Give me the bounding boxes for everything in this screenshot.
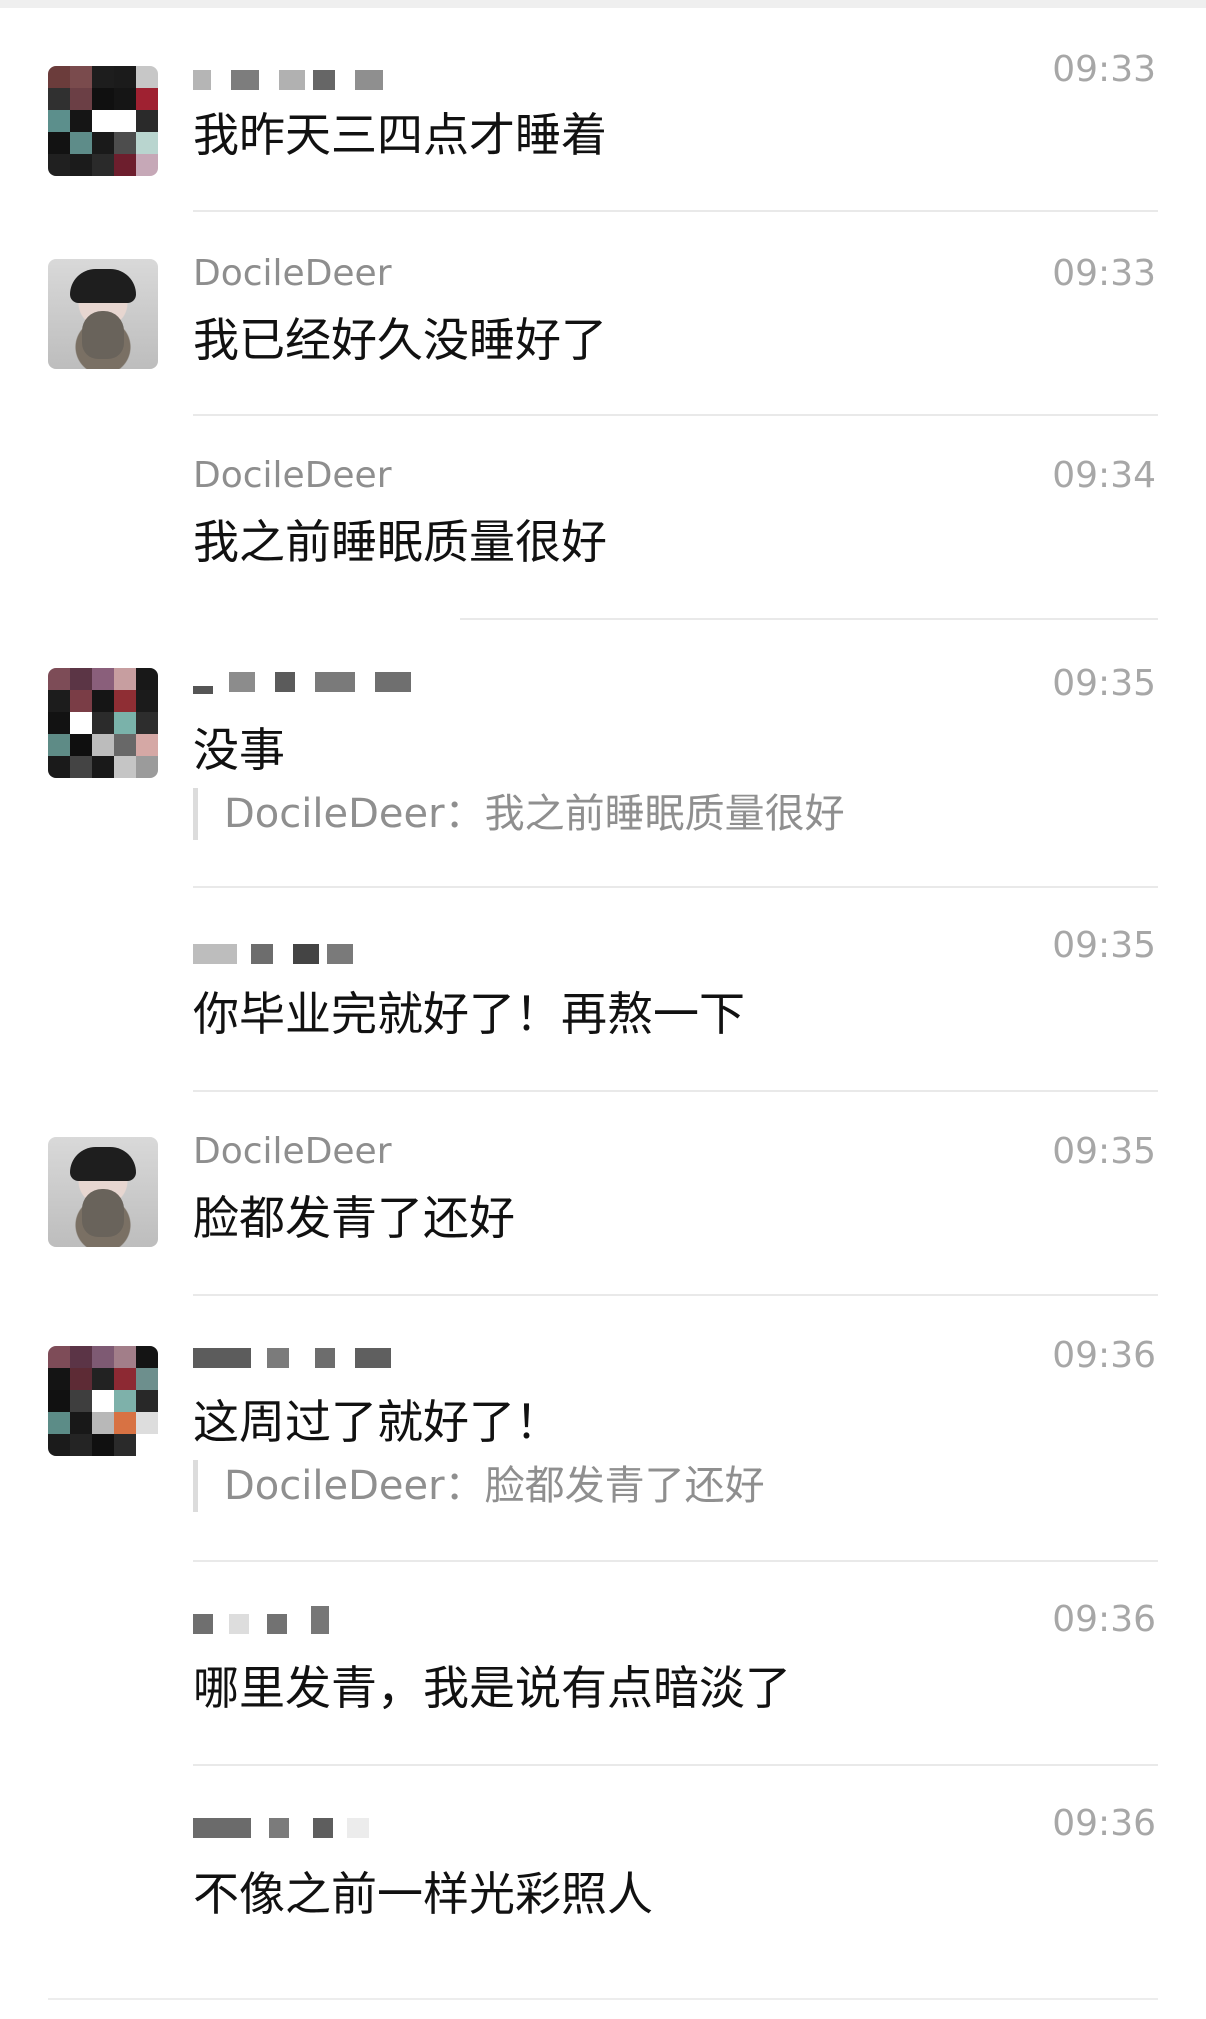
divider: [48, 1998, 1158, 2000]
message-text: 我已经好久没睡好了: [193, 313, 607, 367]
sender-name: [193, 1810, 369, 1840]
avatar[interactable]: [48, 66, 158, 176]
chat-message[interactable]: DocileDeer 09:35 脸都发青了还好: [0, 1092, 1206, 1296]
chat-message[interactable]: DocileDeer 09:33 我已经好久没睡好了: [0, 212, 1206, 416]
avatar[interactable]: [48, 1137, 158, 1247]
message-text: 没事: [193, 723, 285, 777]
avatar[interactable]: [48, 1346, 158, 1456]
sender-name: DocileDeer: [193, 1131, 392, 1172]
avatar[interactable]: [48, 259, 158, 369]
pixelated-avatar-icon: [48, 668, 158, 778]
sender-name: [193, 62, 383, 92]
chat-message[interactable]: 09:36 哪里发青，我是说有点暗淡了: [0, 1562, 1206, 1766]
pixelated-avatar-icon: [48, 1346, 158, 1456]
chat-message[interactable]: 09:36 不像之前一样光彩照人: [0, 1766, 1206, 2019]
profile-photo-icon: [48, 1137, 158, 1247]
message-text: 这周过了就好了！: [193, 1395, 561, 1449]
message-time: 09:35: [1052, 925, 1156, 966]
chat-message[interactable]: 09:33 我昨天三四点才睡着: [0, 0, 1206, 212]
message-text: 脸都发青了还好: [193, 1191, 515, 1245]
message-time: 09:34: [1052, 455, 1156, 496]
message-time: 09:35: [1052, 1131, 1156, 1172]
pixelated-avatar-icon: [48, 66, 158, 176]
sender-name: [193, 1340, 391, 1370]
sender-name: [193, 1606, 329, 1636]
sender-name: [193, 936, 353, 966]
message-time: 09:33: [1052, 49, 1156, 90]
chat-message[interactable]: 09:36 这周过了就好了！ DocileDeer：脸都发青了还好: [0, 1296, 1206, 1562]
chat-message[interactable]: 09:35 你毕业完就好了！再熬一下: [0, 888, 1206, 1092]
message-time: 09:33: [1052, 253, 1156, 294]
quoted-message[interactable]: DocileDeer：我之前睡眠质量很好: [193, 788, 845, 840]
message-text: 你毕业完就好了！再熬一下: [193, 987, 745, 1041]
message-text: 我之前睡眠质量很好: [193, 515, 607, 569]
profile-photo-icon: [48, 259, 158, 369]
avatar[interactable]: [48, 668, 158, 778]
message-time: 09:35: [1052, 663, 1156, 704]
sender-name: DocileDeer: [193, 253, 392, 294]
message-text: 我昨天三四点才睡着: [193, 108, 607, 162]
message-time: 09:36: [1052, 1335, 1156, 1376]
message-text: 不像之前一样光彩照人: [193, 1867, 653, 1921]
quoted-message[interactable]: DocileDeer：脸都发青了还好: [193, 1460, 765, 1512]
message-time: 09:36: [1052, 1599, 1156, 1640]
chat-message[interactable]: 09:35 没事 DocileDeer：我之前睡眠质量很好: [0, 620, 1206, 888]
message-text: 哪里发青，我是说有点暗淡了: [193, 1661, 791, 1715]
sender-name: DocileDeer: [193, 455, 392, 496]
sender-name: [193, 664, 411, 694]
message-time: 09:36: [1052, 1803, 1156, 1844]
chat-message[interactable]: DocileDeer 09:34 我之前睡眠质量很好: [0, 416, 1206, 620]
